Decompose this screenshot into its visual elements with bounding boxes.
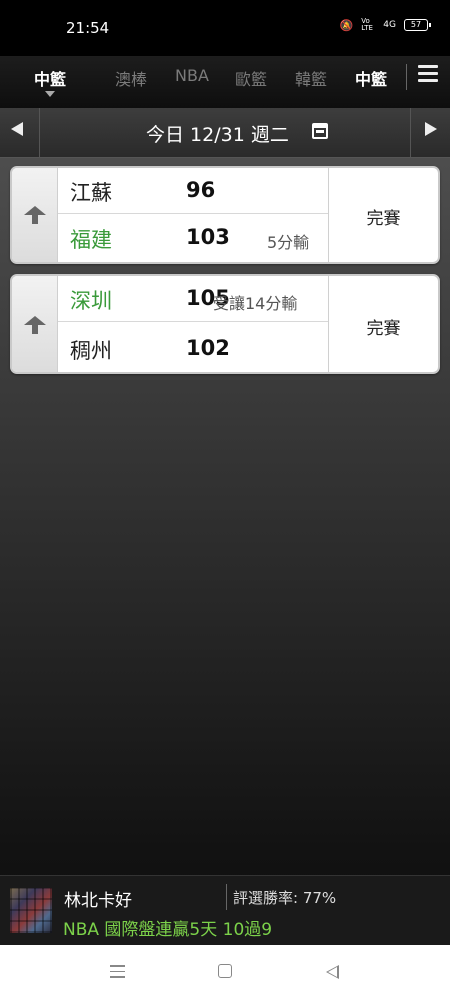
battery-icon: 57 <box>404 19 431 31</box>
away-row: 深圳 105 受讓14分輸 <box>58 276 328 322</box>
tab-euro-basketball[interactable]: 歐籃 <box>235 66 267 90</box>
back-icon[interactable] <box>326 965 339 979</box>
banner-thumbnail <box>10 888 52 933</box>
tab-aus-baseball[interactable]: 澳棒 <box>115 66 147 90</box>
game-card-arrow-column <box>12 276 58 372</box>
date-divider-left <box>39 108 40 158</box>
status-time: 21:54 <box>66 19 110 37</box>
game-result-note: 5分輸 <box>267 233 310 252</box>
away-team: 江蘇 <box>70 181 112 205</box>
banner-promo-text: NBA 國際盤連贏5天 10過9 <box>63 920 273 940</box>
banner-divider <box>226 884 227 910</box>
home-team: 稠州 <box>70 339 112 363</box>
volte-icon: Vo LTE <box>361 17 373 32</box>
up-arrow-icon <box>24 316 46 336</box>
away-team: 深圳 <box>70 289 112 313</box>
game-card[interactable]: 江蘇 96 福建 103 5分輸 完賽 <box>10 166 440 264</box>
home-score: 103 <box>186 225 230 249</box>
home-score: 102 <box>186 336 230 360</box>
home-row: 福建 103 5分輸 <box>58 215 328 261</box>
game-status: 完賽 <box>366 209 401 229</box>
date-bar: 今日 12/31 週二 <box>0 108 450 158</box>
previous-day-icon[interactable] <box>11 122 23 136</box>
home-team: 福建 <box>70 228 112 252</box>
status-bar: 21:54 🔕 Vo LTE 4G 57 <box>0 0 450 56</box>
banner-tipster-name: 林北卡好 <box>64 891 132 911</box>
league-tab-bar: 中籃 澳棒 NBA 歐籃 韓籃 中籃 <box>0 56 450 108</box>
tab-selected-caret-icon <box>45 91 55 97</box>
menu-icon[interactable] <box>418 65 438 85</box>
game-card-arrow-column <box>12 168 58 262</box>
promo-banner[interactable]: 林北卡好 評選勝率: 77% NBA 國際盤連贏5天 10過9 <box>0 875 450 945</box>
home-icon[interactable] <box>218 964 232 978</box>
recent-apps-icon[interactable] <box>110 965 125 979</box>
tab-nba[interactable]: NBA <box>175 66 209 85</box>
banner-win-rate: 評選勝率: 77% <box>233 889 337 907</box>
tab-cba[interactable]: 中籃 <box>355 66 387 90</box>
tab-cba-active[interactable]: 中籃 <box>34 66 66 90</box>
tab-divider <box>406 64 407 90</box>
game-card[interactable]: 深圳 105 受讓14分輸 稠州 102 完賽 <box>10 274 440 374</box>
home-row: 稠州 102 <box>58 326 328 372</box>
away-score: 96 <box>186 178 216 202</box>
away-row: 江蘇 96 <box>58 168 328 214</box>
tab-korea-basketball[interactable]: 韓籃 <box>295 66 327 90</box>
status-icons: 🔕 Vo LTE 4G 57 <box>339 17 431 32</box>
current-date[interactable]: 今日 12/31 週二 <box>146 120 289 147</box>
mute-icon: 🔕 <box>339 18 354 32</box>
date-divider-right <box>410 108 411 158</box>
next-day-icon[interactable] <box>425 122 437 136</box>
game-result-note: 受讓14分輸 <box>213 294 298 313</box>
game-status: 完賽 <box>366 319 401 339</box>
signal-icon: 4G <box>383 20 396 30</box>
up-arrow-icon <box>24 206 46 226</box>
calendar-icon[interactable] <box>312 123 328 139</box>
system-nav-bar <box>0 945 450 1000</box>
